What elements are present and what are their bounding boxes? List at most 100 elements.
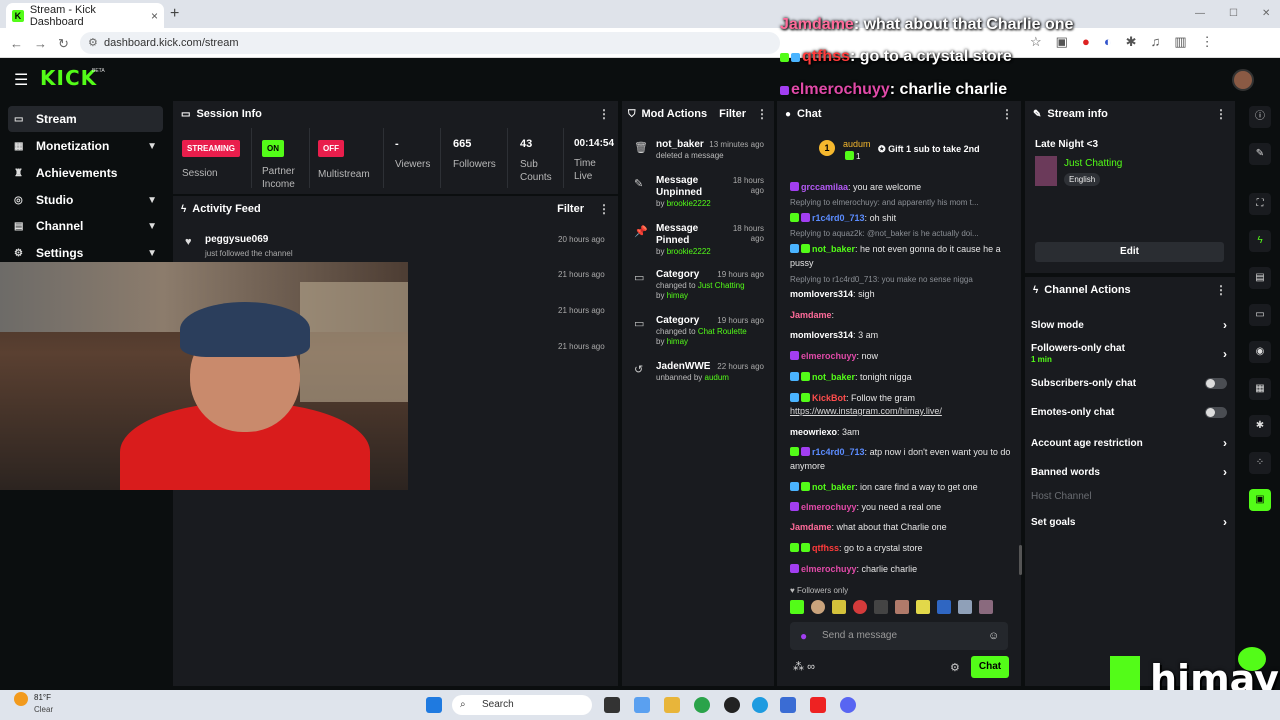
site-info-icon[interactable]: ⚙ xyxy=(88,32,98,54)
account-age-row[interactable]: Account age restriction › xyxy=(1031,436,1227,450)
chat-username[interactable]: not_baker xyxy=(812,372,855,382)
emote-icon[interactable] xyxy=(811,600,825,614)
more-options-icon[interactable]: ⋮ xyxy=(1215,283,1227,297)
chat-message-input[interactable]: ● Send a message ☺ xyxy=(790,622,1008,650)
emote-icon[interactable] xyxy=(937,600,951,614)
document-icon[interactable]: ▤ xyxy=(1249,267,1271,289)
minimize-icon[interactable]: — xyxy=(1195,8,1205,19)
pinned-gifter-user[interactable]: audum xyxy=(843,139,871,149)
mod-user[interactable]: himay xyxy=(667,291,688,300)
sidebar-item-achievements[interactable]: ♜ Achievements xyxy=(8,160,163,186)
sidebar-item-monetization[interactable]: ▦ Monetization ▼ xyxy=(8,133,163,159)
url-field[interactable]: ⚙ dashboard.kick.com/stream xyxy=(80,32,780,54)
chat-username[interactable]: elmerochuyy xyxy=(801,502,857,512)
chat-username[interactable]: qtfhss xyxy=(812,543,839,553)
chat-icon[interactable]: ▭ xyxy=(1249,304,1271,326)
emote-icon[interactable] xyxy=(916,600,930,614)
edit-stream-info-button[interactable]: Edit xyxy=(1035,242,1224,262)
file-explorer-icon[interactable] xyxy=(664,697,680,713)
sidebar-item-studio[interactable]: ◎ Studio ▼ xyxy=(8,187,163,213)
emotes-only-toggle[interactable] xyxy=(1205,407,1227,418)
hamburger-menu-icon[interactable]: ☰ xyxy=(14,70,28,90)
microphone-icon[interactable]: ● xyxy=(800,622,807,650)
info-icon[interactable]: ⓘ xyxy=(1249,106,1271,128)
filter-button[interactable]: Filter xyxy=(557,203,584,215)
menu-icon[interactable]: ⋮ xyxy=(1201,34,1214,50)
edge-icon[interactable] xyxy=(752,697,768,713)
broadcast-icon[interactable]: ◉ xyxy=(1249,341,1271,363)
emote-icon[interactable] xyxy=(790,600,804,614)
copilot-icon[interactable] xyxy=(634,697,650,713)
discord-icon[interactable] xyxy=(840,697,856,713)
forward-icon[interactable]: → xyxy=(34,36,47,51)
youtube-icon[interactable] xyxy=(810,697,826,713)
close-tab-icon[interactable]: × xyxy=(151,9,158,23)
mod-user[interactable]: audum xyxy=(705,373,729,382)
kick-logo[interactable]: KICK xyxy=(40,66,97,90)
more-options-icon[interactable]: ⋮ xyxy=(1215,107,1227,121)
app-icon[interactable]: ▣ xyxy=(1249,489,1271,511)
sidebar-item-stream[interactable]: ▭ Stream xyxy=(8,106,163,132)
chat-username[interactable]: momlovers314 xyxy=(790,289,853,299)
weather-temp[interactable]: 81°F xyxy=(34,693,51,702)
filter-button[interactable]: Filter xyxy=(719,108,746,120)
chat-link[interactable]: https://www.instagram.com/himay.live/ xyxy=(790,406,942,416)
extension-icon[interactable]: ◐ xyxy=(1104,34,1112,50)
extension-icon[interactable]: ▣ xyxy=(1056,34,1068,50)
media-icon[interactable]: ♫ xyxy=(1151,34,1161,50)
chat-username[interactable]: r1c4rd0_713 xyxy=(812,447,865,457)
more-options-icon[interactable]: ⋮ xyxy=(1001,107,1013,121)
more-options-icon[interactable]: ⋮ xyxy=(598,202,610,216)
chat-username[interactable]: elmerochuyy xyxy=(801,351,857,361)
emote-icon[interactable] xyxy=(895,600,909,614)
banned-words-row[interactable]: Banned words › xyxy=(1031,465,1227,479)
followers-only-row[interactable]: Followers-only chat 1 min › xyxy=(1031,343,1227,365)
layout-icon[interactable]: ▦ xyxy=(1249,378,1271,400)
store-icon[interactable] xyxy=(780,697,796,713)
emote-icon[interactable] xyxy=(979,600,993,614)
user-avatar[interactable] xyxy=(1232,69,1254,91)
new-tab-button[interactable]: + xyxy=(170,5,179,23)
wrench-icon[interactable]: ✱ xyxy=(1249,415,1271,437)
sidepanel-icon[interactable]: ▥ xyxy=(1174,34,1186,50)
more-options-icon[interactable]: ⋮ xyxy=(756,107,768,121)
emote-icon[interactable] xyxy=(958,600,972,614)
back-icon[interactable]: ← xyxy=(10,36,23,51)
window-close-icon[interactable]: ✕ xyxy=(1262,8,1270,19)
chat-username[interactable]: momlovers314 xyxy=(790,330,853,340)
chat-username[interactable]: Jamdame xyxy=(790,310,832,320)
emoji-icon[interactable]: ☺ xyxy=(988,622,999,650)
nodes-icon[interactable]: ⁘ xyxy=(1249,452,1271,474)
infinity-icon[interactable]: ∞ xyxy=(807,661,815,673)
chat-username[interactable]: not_baker xyxy=(812,482,855,492)
mod-user[interactable]: brookie2222 xyxy=(667,199,711,208)
emote-icon[interactable] xyxy=(853,600,867,614)
emote-icon[interactable] xyxy=(832,600,846,614)
fullscreen-icon[interactable]: ⛶ xyxy=(1249,193,1271,215)
emote-icon[interactable] xyxy=(874,600,888,614)
chat-settings-gear-icon[interactable]: ⚙ xyxy=(950,661,960,674)
taskbar-search[interactable]: ⌕ Search xyxy=(452,695,592,715)
task-view-icon[interactable] xyxy=(604,697,620,713)
mod-user[interactable]: himay xyxy=(667,337,688,346)
set-goals-row[interactable]: Set goals › xyxy=(1031,515,1227,529)
chat-username[interactable]: not_baker xyxy=(812,244,855,254)
people-icon[interactable]: ⁂ xyxy=(793,661,804,673)
send-chat-button[interactable]: Chat xyxy=(971,656,1009,678)
mod-user[interactable]: brookie2222 xyxy=(667,247,711,256)
subscribers-only-toggle[interactable] xyxy=(1205,378,1227,389)
chat-username[interactable]: grccamilaa xyxy=(801,182,848,192)
slow-mode-row[interactable]: Slow mode › xyxy=(1031,318,1227,332)
adblock-icon[interactable]: ● xyxy=(1082,34,1090,50)
category-link[interactable]: Just Chatting xyxy=(698,281,745,290)
chat-username[interactable]: Jamdame xyxy=(790,522,832,532)
chat-username[interactable]: elmerochuyy xyxy=(801,564,857,574)
chat-username[interactable]: meowriexo xyxy=(790,427,837,437)
activity-user[interactable]: peggysue069 xyxy=(205,234,268,245)
chrome-icon[interactable] xyxy=(694,697,710,713)
pencil-icon[interactable]: ✎ xyxy=(1249,143,1271,165)
gift-leaderboard-button[interactable]: ✪ Gift 1 sub to take 2nd xyxy=(878,144,980,155)
maximize-icon[interactable]: ☐ xyxy=(1229,8,1238,19)
browser-tab[interactable]: K Stream - Kick Dashboard × xyxy=(6,3,164,28)
chat-username[interactable]: r1c4rd0_713 xyxy=(812,213,865,223)
